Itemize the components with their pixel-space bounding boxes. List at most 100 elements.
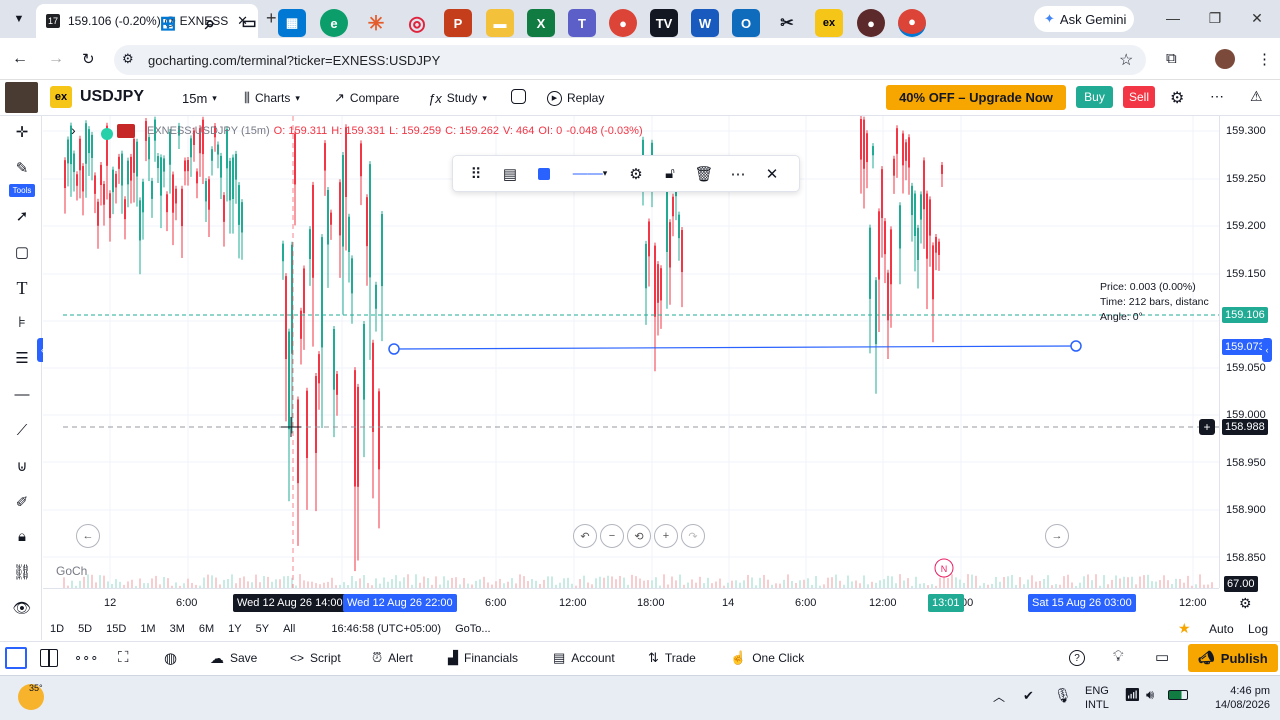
tradingview-icon[interactable]: TV (650, 9, 678, 37)
ask-gemini-button[interactable]: ✦ Ask Gemini (1034, 6, 1134, 32)
instagram-icon[interactable] (511, 89, 526, 104)
log-scale-button[interactable]: Log (1248, 622, 1268, 636)
tray-chevron-up-icon[interactable]: ︿ (993, 688, 1005, 705)
back-button[interactable]: ← (12, 50, 28, 68)
layout-split-icon[interactable] (40, 649, 58, 667)
outlook-icon[interactable]: O (732, 9, 760, 37)
close-toolbar-icon[interactable]: ✕ (755, 157, 789, 191)
more-options-icon[interactable]: ⋯ (1210, 88, 1224, 105)
chrome-icon[interactable]: ● (609, 9, 637, 37)
url-field[interactable]: gocharting.com/terminal?ticker=EXNESS:US… (114, 45, 1146, 75)
line-start-handle[interactable] (388, 343, 400, 355)
help-icon[interactable]: ? (1069, 650, 1085, 666)
redo-button[interactable]: ↷ (681, 524, 705, 548)
range-1d[interactable]: 1D (43, 623, 71, 635)
scroll-right-button[interactable]: → (1045, 524, 1069, 548)
capcut-icon[interactable]: ✂ (773, 9, 801, 37)
account-button[interactable]: ▤ Account (553, 641, 615, 675)
reload-button[interactable]: ↻ (82, 50, 95, 68)
search-icon[interactable]: ⌕ (196, 9, 224, 37)
range-15d[interactable]: 15D (99, 623, 133, 635)
charts-button[interactable]: ⫼ Charts ▾ (244, 80, 300, 116)
rectangle-tool-icon[interactable]: ▢ (10, 240, 34, 264)
task-view-icon[interactable]: ▭ (235, 9, 263, 37)
warning-icon[interactable]: ⚠ (1250, 88, 1263, 105)
fullscreen-icon[interactable]: ⛶ (118, 649, 129, 666)
lines-tool-icon[interactable]: ☰ (10, 346, 34, 370)
symbol-selector[interactable]: ex USDJPY (50, 86, 144, 108)
brush-tool-icon[interactable]: ✐ (10, 490, 34, 514)
extensions-icon[interactable]: ⧉ (1166, 50, 1177, 67)
wifi-icon[interactable]: 📶︎ (1124, 687, 1141, 703)
store-icon[interactable]: ▦ (278, 9, 306, 37)
buy-button[interactable]: Buy (1076, 86, 1113, 108)
minimize-button[interactable]: — (1152, 0, 1194, 36)
financials-button[interactable]: ▟ Financials (448, 641, 518, 675)
lock-icon[interactable]: 🔓︎ (653, 157, 687, 191)
excel-icon[interactable]: X (527, 9, 555, 37)
study-button[interactable]: ƒx Study ▾ (428, 80, 487, 116)
zoom-in-button[interactable]: + (654, 524, 678, 548)
start-button[interactable]: ⊞ (154, 9, 182, 37)
line-end-handle[interactable] (1070, 340, 1082, 352)
time-axis[interactable]: 12 6:00 6:00 12:00 18:00 14 6:00 12:00 0… (43, 588, 1252, 616)
app-spark-icon[interactable]: ✳ (362, 9, 390, 37)
undo-button[interactable]: ↶ (573, 524, 597, 548)
add-alert-plus-icon[interactable]: + (1199, 419, 1215, 435)
range-5y[interactable]: 5Y (249, 623, 276, 635)
microphone-icon[interactable]: 🎙︎ (1054, 687, 1072, 704)
language-indicator[interactable]: ENG INTL (1085, 684, 1109, 712)
video-icon[interactable]: ▭ (1155, 648, 1169, 666)
settings-gear-icon[interactable]: ⚙ (619, 157, 653, 191)
browser-menu-icon[interactable]: ⋮ (1257, 50, 1272, 68)
app-red-dot-icon[interactable]: ● (857, 9, 885, 37)
reset-zoom-button[interactable]: ⟲ (627, 524, 651, 548)
compare-button[interactable]: ↗ Compare (334, 80, 399, 116)
color-picker-button[interactable] (527, 157, 561, 191)
profile-avatar[interactable] (1215, 49, 1235, 69)
save-button[interactable]: ☁ Save (210, 641, 257, 675)
auto-scale-button[interactable]: Auto (1209, 622, 1234, 636)
idea-bulb-icon[interactable]: 💡︎ (1113, 648, 1124, 665)
chrome-active-icon[interactable]: ● (898, 9, 926, 37)
exness-app-icon[interactable]: ex (815, 9, 843, 37)
interval-selector[interactable]: 15m ▾ (182, 80, 217, 116)
zoom-out-button[interactable]: − (600, 524, 624, 548)
magnet-tool-icon[interactable]: ⊍ (10, 454, 34, 478)
bookmark-star-icon[interactable]: ☆ (1119, 50, 1133, 70)
file-explorer-icon[interactable]: ▬ (486, 9, 514, 37)
goto-button[interactable]: GoTo... (448, 623, 497, 635)
user-avatar[interactable] (5, 82, 38, 113)
range-1y[interactable]: 1Y (221, 623, 248, 635)
tab-list-button[interactable]: ▼ (8, 8, 30, 30)
layout-single-icon[interactable] (5, 647, 27, 669)
publish-button[interactable]: 📣︎ Publish (1188, 644, 1278, 672)
sell-button[interactable]: Sell (1123, 86, 1155, 108)
range-3m[interactable]: 3M (163, 623, 192, 635)
price-axis-collapse-handle[interactable]: ‹ (1262, 338, 1272, 362)
delete-icon[interactable]: 🗑︎ (687, 157, 721, 191)
drag-handle-icon[interactable]: ⠿ (459, 157, 493, 191)
range-5d[interactable]: 5D (71, 623, 99, 635)
tray-app-icon[interactable]: ✔ (1023, 688, 1034, 704)
range-1m[interactable]: 1M (133, 623, 162, 635)
word-icon[interactable]: W (691, 9, 719, 37)
eye-tool-icon[interactable]: 👁︎ (10, 596, 34, 620)
favorite-star-icon[interactable]: ★ (1178, 620, 1191, 637)
line-style-dropdown[interactable]: ―― ▾ (561, 157, 619, 191)
range-6m[interactable]: 6M (192, 623, 221, 635)
teams-icon[interactable]: T (568, 9, 596, 37)
maximize-button[interactable]: ❐ (1194, 0, 1236, 36)
pencil-tool-icon[interactable]: ✎ (10, 156, 34, 180)
opera-icon[interactable]: ◎ (403, 9, 431, 37)
link-tool-icon[interactable]: ⛓ (10, 560, 34, 584)
cursor-tool-icon[interactable]: ➚ (10, 204, 34, 228)
alert-button[interactable]: ⏰︎ Alert (372, 641, 413, 675)
replay-button[interactable]: ▶ Replay (547, 80, 604, 116)
powerpoint-icon[interactable]: P (444, 9, 472, 37)
edge-icon[interactable]: e (320, 9, 348, 37)
settings-gear-icon[interactable]: ⚙ (1170, 88, 1184, 108)
layout-more-icon[interactable]: ∘∘∘ (74, 650, 98, 666)
chart-collapse-legend-icon[interactable]: › (71, 122, 76, 138)
browser-tab[interactable]: 17 159.106 (-0.20%) @ EXNESS:USDJPY ✕ (36, 4, 258, 38)
